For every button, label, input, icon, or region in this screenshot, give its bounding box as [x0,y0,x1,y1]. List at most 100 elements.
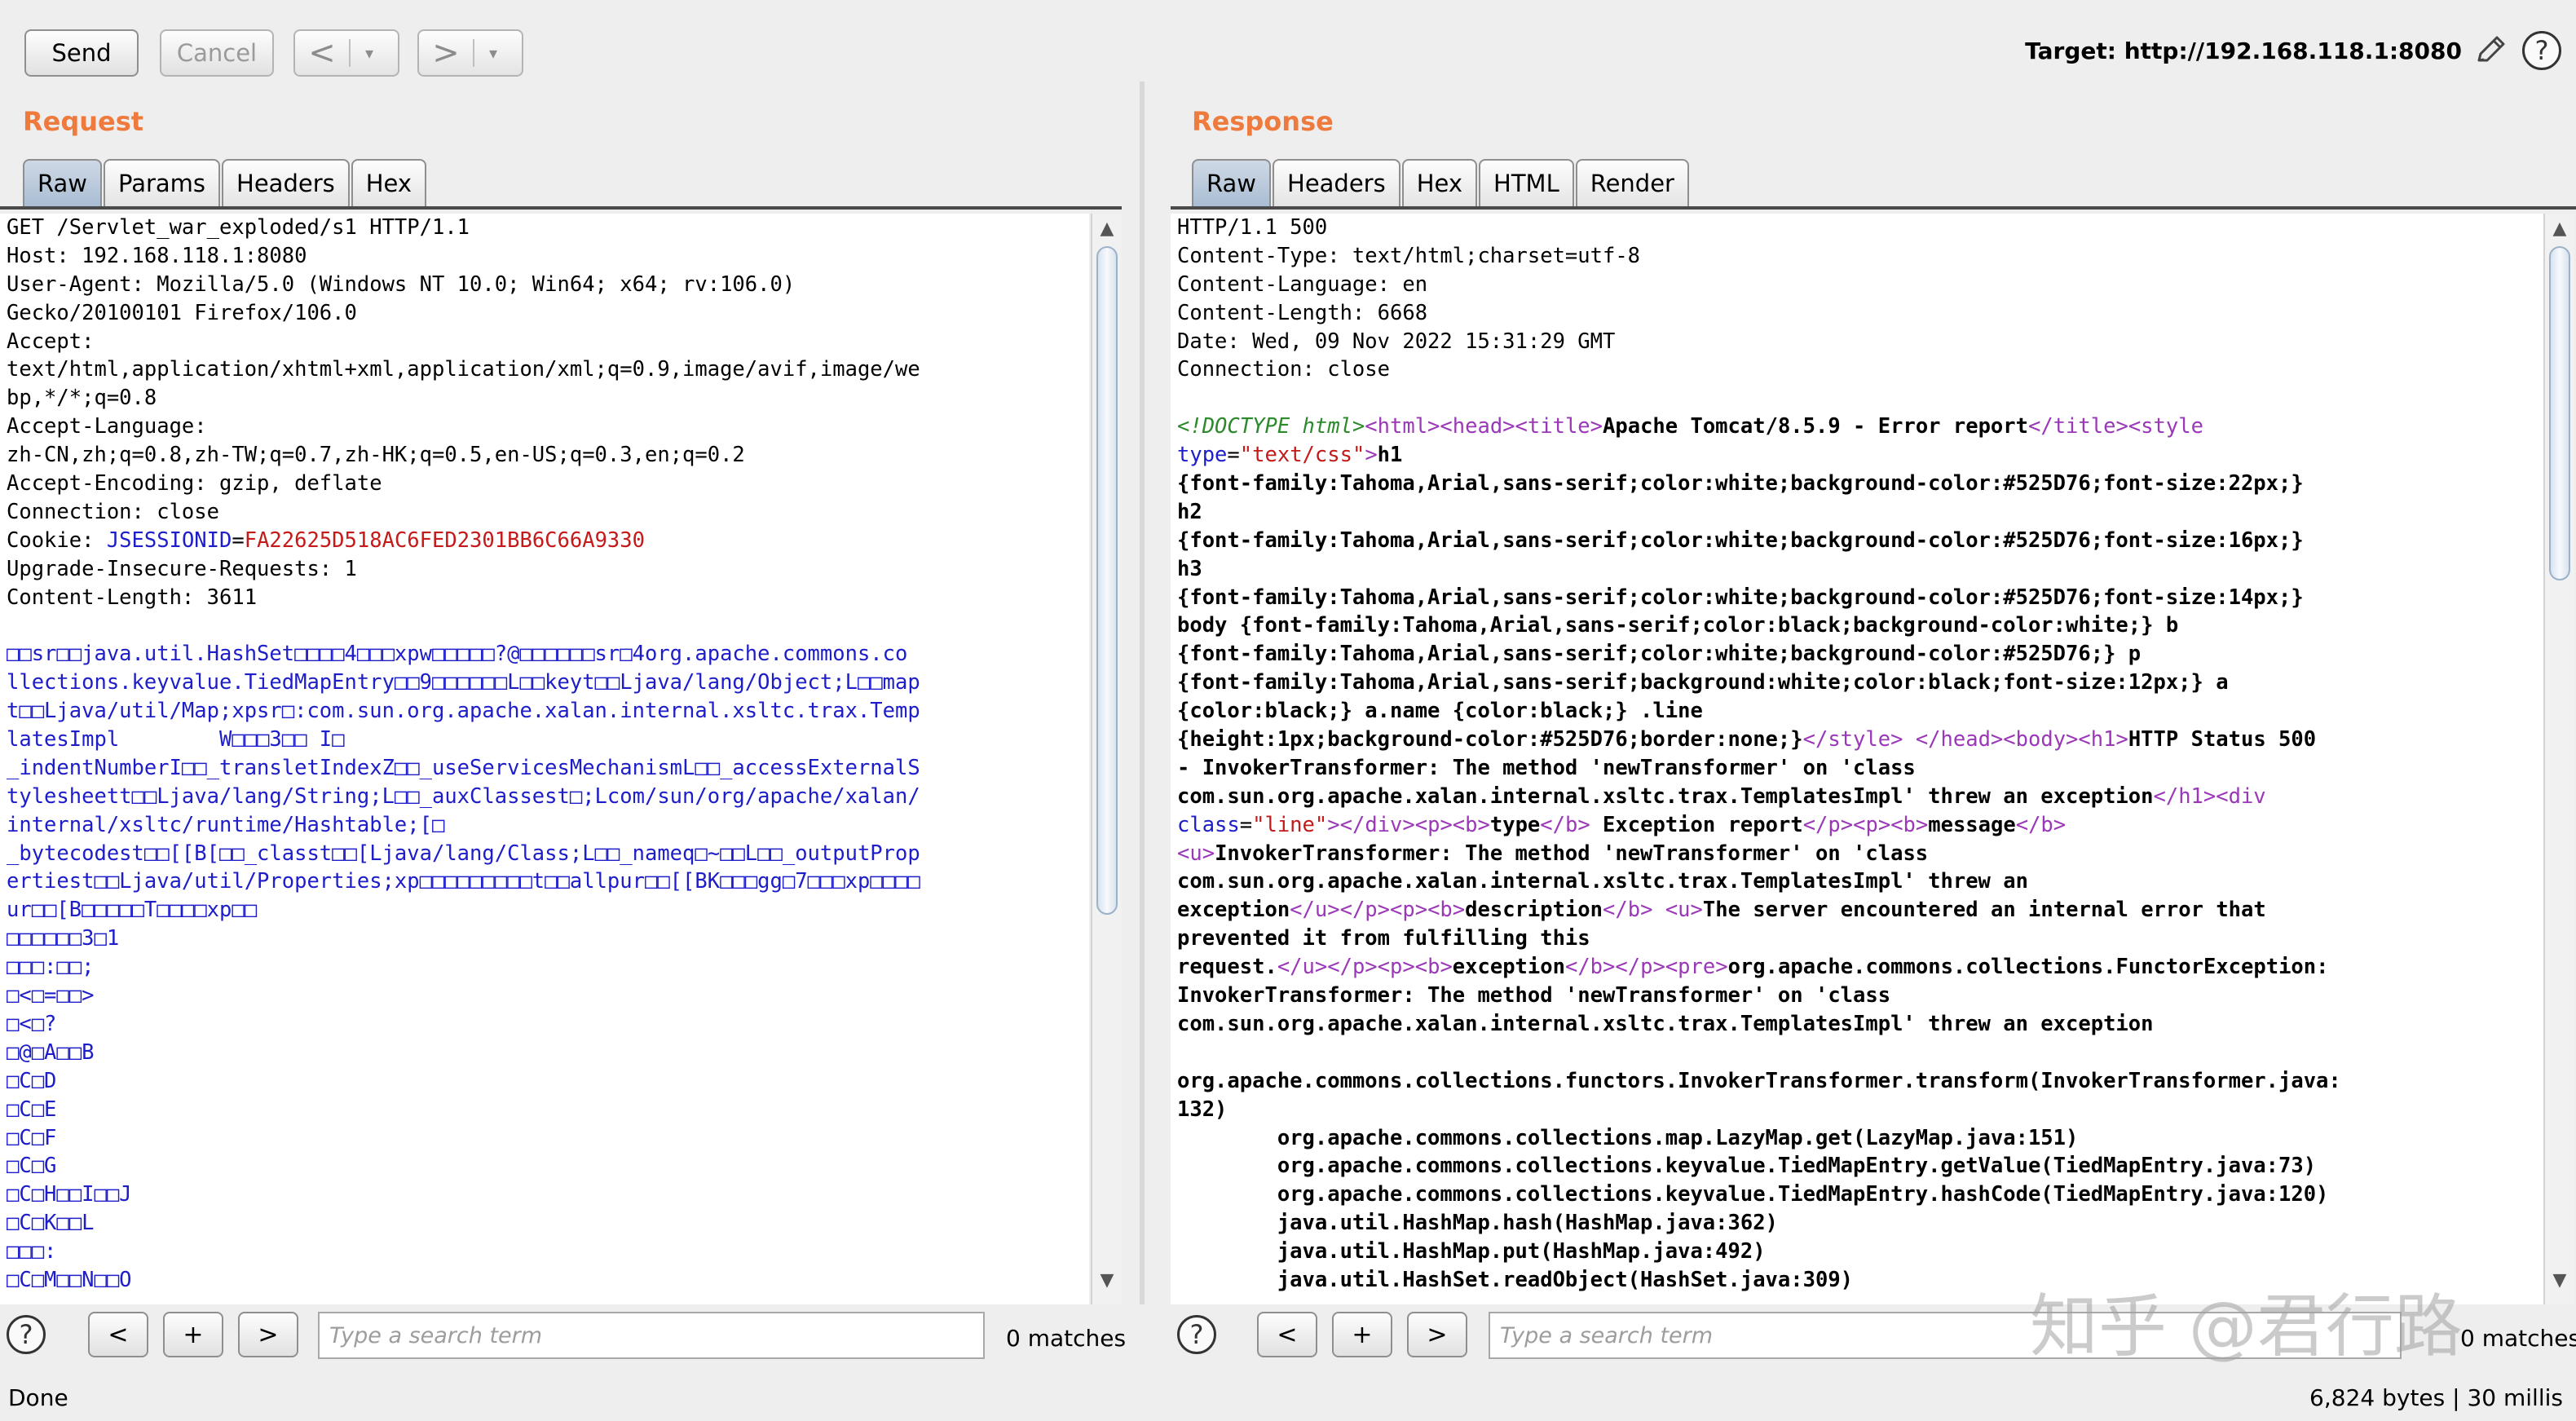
code-token: com.sun.org.apache.xalan.internal.xsltc.… [1177,869,2028,894]
response-tab-headers[interactable]: Headers [1273,159,1400,206]
code-token: internal/xsltc/runtime/Hashtable;[□ [7,812,445,837]
scroll-up-icon[interactable]: ▲ [1092,218,1122,248]
search-prev-button[interactable]: < [88,1312,148,1357]
code-token: </b> [1603,898,1653,923]
send-button[interactable]: Send [24,29,139,77]
target-label: Target: http://192.168.118.1:8080 [2025,38,2462,64]
code-token: com.sun.org.apache.xalan.internal.xsltc.… [1177,1011,2154,1036]
code-token: bp,*/*;q=0.8 [7,386,157,411]
response-scrollbar[interactable]: ▲ ▼ [2543,214,2574,1304]
code-token: <b> [1427,898,1466,923]
scroll-up-icon[interactable]: ▲ [2545,218,2574,248]
code-token: </b> [1540,812,1590,837]
code-token: </b> [2015,812,2067,837]
search-next-button[interactable]: > [1407,1312,1467,1357]
search-add-button[interactable]: + [1332,1312,1392,1357]
code-token: {color:black;} a.name {color:black;} .li… [1177,699,1703,724]
code-token: Cookie: [7,527,107,553]
code-token: Accept-Language: [7,414,207,439]
code-token: - InvokerTransformer: The method 'newTra… [1177,755,1916,780]
code-token: □C□H□□I□□J [7,1182,132,1207]
request-search-input[interactable] [318,1312,985,1359]
code-token: InvokerTransformer: The method 'newTrans… [1215,841,1929,866]
code-token: □<□=□□> [7,983,95,1008]
code-token: <b> [1452,812,1490,837]
code-line: Connection: close [7,498,1089,527]
request-tab-hex[interactable]: Hex [351,159,427,206]
scroll-thumb[interactable] [2549,246,2570,580]
code-line: Date: Wed, 09 Nov 2022 15:31:29 GMT [1177,328,2543,356]
cancel-button[interactable]: Cancel [160,29,274,77]
request-tab-params[interactable]: Params [104,159,221,206]
code-line: h2 [1177,498,2543,527]
code-token: text/html,application/xhtml+xml,applicat… [7,357,920,382]
help-icon[interactable]: ? [1177,1315,1216,1354]
code-line: org.apache.commons.collections.keyvalue.… [1177,1152,2543,1180]
help-icon[interactable]: ? [2522,31,2561,70]
code-line: java.util.HashMap.put(HashMap.java:492) [1177,1238,2543,1266]
code-line: 132) [1177,1096,2543,1124]
code-token: _bytecodest□□[[B[□□_classt□□[Ljava/lang/… [7,841,920,866]
response-tab-hex[interactable]: Hex [1401,159,1478,206]
code-token: ertiest□□Ljava/util/Properties;xp□□□□□□□… [7,869,920,894]
code-line: Content-Length: 3611 [7,584,1089,612]
code-line: body {font-family:Tahoma,Arial,sans-seri… [1177,611,2543,640]
code-token: Apache Tomcat/8.5.9 - Error report [1603,414,2028,439]
code-token: User-Agent: Mozilla/5.0 (Windows NT 10.0… [7,271,796,297]
code-line: latesImpl W□□□3□□ I□ [7,726,1089,754]
code-token: = [1239,812,1253,837]
response-tab-html[interactable]: HTML [1479,159,1574,206]
code-token: </head> [1915,727,2004,752]
chevron-down-icon[interactable]: ▾ [351,43,388,63]
code-line: <u>InvokerTransformer: The method 'newTr… [1177,840,2543,868]
code-token: h1 [1377,443,1403,468]
code-line: Accept-Language: [7,413,1089,441]
code-token: {height:1px;background-color:#525D76;bor… [1177,727,1803,752]
search-prev-button[interactable]: < [1257,1312,1317,1357]
code-token: <div [2216,783,2266,809]
scroll-down-icon[interactable]: ▼ [1092,1270,1122,1300]
chevron-down-icon[interactable]: ▾ [474,43,512,63]
help-icon[interactable]: ? [7,1315,46,1354]
scroll-thumb[interactable] [1096,246,1118,915]
panel-divider[interactable] [1140,82,1145,1304]
code-token: <u> [1177,841,1215,866]
response-tab-raw[interactable]: Raw [1192,159,1272,206]
response-editor[interactable]: HTTP/1.1 500 Content-Type: text/html;char… [1171,214,2543,1304]
response-title: Response [1192,106,1334,137]
request-editor[interactable]: GET /Servlet_war_exploded/s1 HTTP/1.1 Hos… [0,214,1089,1304]
request-scrollbar[interactable]: ▲ ▼ [1091,214,1122,1304]
code-token: org.apache.commons.collections.FunctorEx… [1727,955,2329,980]
tab-underline [0,206,1122,210]
code-token: □<□? [7,1011,57,1036]
code-token: h3 [1177,556,1202,581]
code-token: Content-Language: en [1177,271,1428,297]
code-token: </title> [2028,414,2128,439]
code-token: </b> [1564,955,1616,980]
code-token: </u> [1277,955,1328,980]
code-token: 132) [1177,1097,1228,1122]
code-line: request.</u></p><p><b>exception</b></p><… [1177,953,2543,982]
code-line: □C□F [7,1124,1089,1153]
request-tab-raw[interactable]: Raw [23,159,103,206]
forward-button[interactable]: > ▾ [417,29,523,77]
scroll-down-icon[interactable]: ▼ [2545,1270,2574,1300]
code-token: Host: 192.168.118.1:8080 [7,243,307,268]
code-line: org.apache.commons.collections.functors.… [1177,1067,2543,1096]
pencil-icon[interactable] [2472,33,2508,68]
search-add-button[interactable]: + [163,1312,223,1357]
code-token: □□□: [7,1239,57,1264]
code-line: {font-family:Tahoma,Arial,sans-serif;col… [1177,640,2543,669]
code-token: GET /Servlet_war_exploded/s1 HTTP/1.1 [7,215,470,240]
code-token: prevented it from fulfilling this [1177,926,1590,951]
back-button[interactable]: < ▾ [293,29,399,77]
response-tab-render[interactable]: Render [1575,159,1689,206]
code-line: Cookie: JSESSIONID=FA22625D518AC6FED2301… [7,527,1089,555]
search-next-button[interactable]: > [238,1312,298,1357]
request-match-count: 0 matches [1006,1325,1127,1352]
code-token: <body> [2003,727,2079,752]
request-title: Request [23,106,144,137]
code-token: □C□K□□L [7,1211,95,1236]
request-tab-headers[interactable]: Headers [222,159,350,206]
